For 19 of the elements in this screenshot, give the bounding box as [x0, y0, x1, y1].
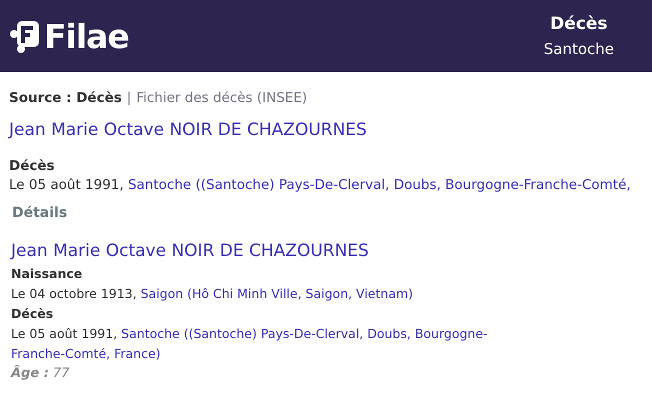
age-value: 77 — [52, 365, 70, 383]
logo[interactable]: Filae — [10, 16, 129, 56]
page-title: Décès — [550, 14, 608, 34]
event-text: Le 04 octobre 1913, Saigon (Hô Chi Minh Ville, Saigon, Vietnam) — [11, 285, 414, 303]
logo-text: Filae — [44, 16, 129, 56]
age-label: Âge : — [11, 364, 49, 383]
event-label: Décès — [9, 158, 56, 174]
page-subtitle: Santoche — [544, 40, 614, 58]
source-name: Fichier des décès (INSEE) — [136, 90, 308, 106]
event-text: Le 05 août 1991, Santoche ((Santoche) Pays-De-Clerval, Doubs, Bourgogne-Franche-Comté, France) — [11, 325, 489, 363]
separator: | — [126, 90, 132, 106]
logo-icon — [10, 19, 40, 53]
event-label: Naissance — [11, 265, 84, 283]
source-label: Source : Décès — [9, 90, 122, 106]
person-name[interactable]: Jean Marie Octave NOIR DE CHAZOURNES — [11, 241, 642, 261]
person-name[interactable]: Jean Marie Octave NOIR DE CHAZOURNES — [9, 120, 643, 140]
event-label: Décès — [11, 305, 54, 323]
event-text: Le 05 août 1991, Santoche ((Santoche) Pays-De-Clerval, Doubs, Bourgogne-Franche-Comté, — [9, 177, 632, 193]
section-heading: Détails — [12, 205, 68, 221]
